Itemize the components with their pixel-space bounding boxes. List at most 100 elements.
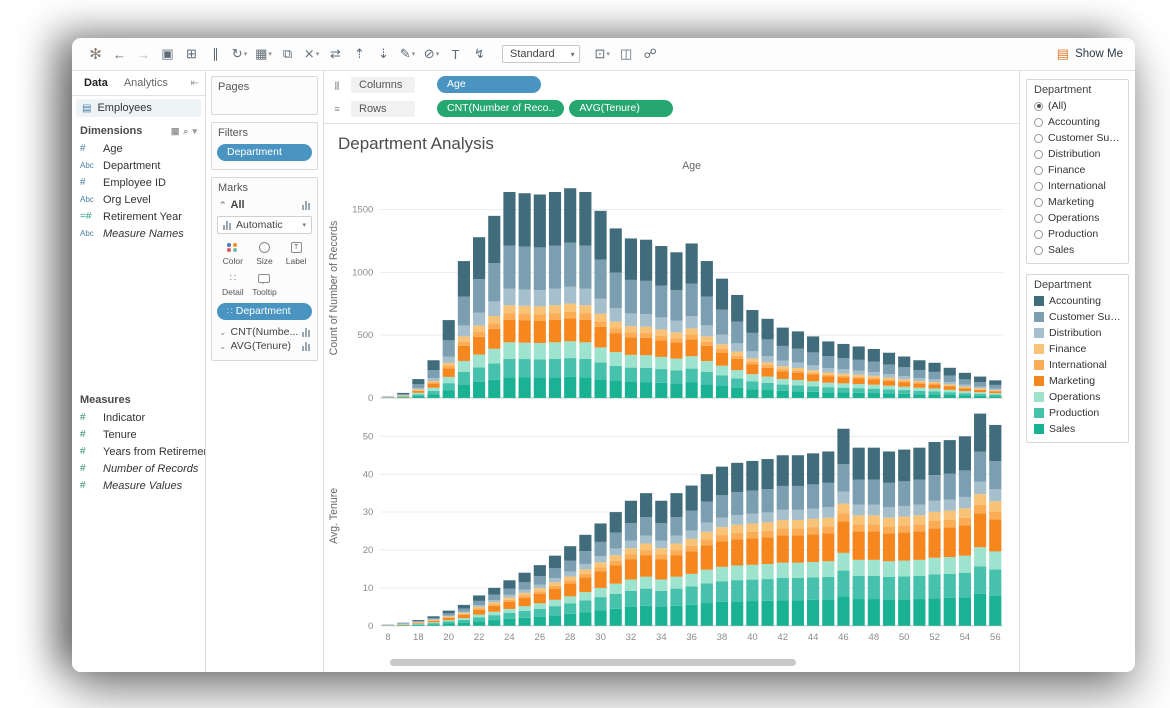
field-employee-id[interactable]: #Employee ID bbox=[72, 174, 205, 191]
field-age[interactable]: #Age bbox=[72, 140, 205, 157]
radio-icon[interactable] bbox=[1034, 182, 1043, 191]
radio-icon[interactable] bbox=[1034, 246, 1043, 255]
data-source-item[interactable]: ▤ Employees bbox=[76, 99, 201, 117]
field-measure-values[interactable]: #Measure Values bbox=[72, 477, 205, 494]
radio-icon[interactable] bbox=[1034, 230, 1043, 239]
data-pane-tabs: Data Analytics ⇤ bbox=[72, 71, 205, 96]
radio-icon[interactable] bbox=[1034, 118, 1043, 127]
show-me-button[interactable]: ▤ Show Me bbox=[1057, 46, 1123, 62]
horizontal-scrollbar[interactable] bbox=[332, 656, 1015, 669]
radio-icon[interactable] bbox=[1034, 214, 1043, 223]
filter-option-accounting[interactable]: Accounting bbox=[1027, 114, 1128, 130]
filter-option-customer-support[interactable]: Customer Support bbox=[1027, 130, 1128, 146]
svg-text:1500: 1500 bbox=[352, 205, 373, 216]
undo-icon[interactable]: ← bbox=[108, 42, 131, 66]
pause-updates-icon[interactable]: ∥ bbox=[204, 42, 227, 66]
svg-text:34: 34 bbox=[656, 632, 667, 643]
new-worksheet-icon[interactable]: ▦▾ bbox=[252, 42, 275, 66]
fix-axes-icon[interactable]: ↯ bbox=[468, 42, 491, 66]
tab-analytics[interactable]: Analytics bbox=[116, 74, 176, 92]
radio-icon[interactable] bbox=[1034, 166, 1043, 175]
fit-dropdown[interactable]: Standard ▾ bbox=[502, 45, 580, 63]
show-mark-labels-icon[interactable]: ⊡▾ bbox=[591, 42, 614, 66]
pill-avg-tenure[interactable]: AVG(Tenure) bbox=[569, 100, 673, 117]
text-label-icon[interactable]: T bbox=[444, 42, 467, 66]
field-tenure[interactable]: #Tenure bbox=[72, 426, 205, 443]
radio-icon[interactable] bbox=[1034, 150, 1043, 159]
pill-age[interactable]: Age bbox=[437, 76, 541, 93]
save-icon[interactable]: ▣ bbox=[156, 42, 179, 66]
sort-fields-icon[interactable]: ▾ bbox=[192, 126, 197, 137]
rows-shelf[interactable]: ≡ Rows CNT(Number of Reco..AVG(Tenure) bbox=[330, 98, 1013, 119]
filter-pill-department[interactable]: Department bbox=[217, 144, 312, 161]
color-button[interactable]: Color bbox=[217, 241, 249, 266]
tableau-logo-icon[interactable]: ✻ bbox=[84, 42, 107, 66]
columns-shelf[interactable]: ||| Columns Age bbox=[330, 74, 1013, 95]
run-updates-icon[interactable]: ↻▾ bbox=[228, 42, 251, 66]
sort-ascending-icon[interactable]: ⇡ bbox=[348, 42, 371, 66]
redo-icon[interactable]: → bbox=[132, 42, 155, 66]
size-button[interactable]: Size bbox=[249, 241, 281, 266]
legend-item-finance[interactable]: Finance bbox=[1027, 341, 1128, 357]
tooltip-button[interactable]: Tooltip bbox=[249, 272, 281, 297]
radio-icon[interactable] bbox=[1034, 134, 1043, 143]
marks-measure-card-cnt-numbe[interactable]: ⌄CNT(Numbe... bbox=[217, 325, 312, 339]
legend-item-international[interactable]: International bbox=[1027, 357, 1128, 373]
filter-option-finance[interactable]: Finance bbox=[1027, 162, 1128, 178]
view-options-icon[interactable]: ▦ bbox=[171, 126, 180, 137]
field-indicator[interactable]: #Indicator bbox=[72, 409, 205, 426]
marks-measure-card-avg-tenure[interactable]: ⌄AVG(Tenure) bbox=[217, 339, 312, 353]
filter-option-operations[interactable]: Operations bbox=[1027, 210, 1128, 226]
number-icon: # bbox=[80, 143, 98, 154]
marks-all-row[interactable]: ⌃ All bbox=[217, 199, 312, 211]
filter-option-distribution[interactable]: Distribution bbox=[1027, 146, 1128, 162]
legend-item-distribution[interactable]: Distribution bbox=[1027, 325, 1128, 341]
legend-item-sales[interactable]: Sales bbox=[1027, 421, 1128, 437]
group-members-icon[interactable]: ⊘▾ bbox=[420, 42, 443, 66]
legend-item-customer-support[interactable]: Customer Support bbox=[1027, 309, 1128, 325]
clear-sheet-icon[interactable]: ⨯▾ bbox=[300, 42, 323, 66]
share-icon[interactable]: ☍ bbox=[639, 42, 662, 66]
radio-icon[interactable] bbox=[1034, 198, 1043, 207]
swap-axes-icon[interactable]: ⇄ bbox=[324, 42, 347, 66]
bar-chart-icon bbox=[302, 201, 310, 210]
highlight-icon[interactable]: ✎▾ bbox=[396, 42, 419, 66]
bar-chart-icon bbox=[302, 342, 310, 351]
svg-text:48: 48 bbox=[869, 632, 880, 643]
filter-option-marketing[interactable]: Marketing bbox=[1027, 194, 1128, 210]
legend-item-label: Accounting bbox=[1049, 295, 1101, 307]
sort-descending-icon[interactable]: ⇣ bbox=[372, 42, 395, 66]
legend-item-production[interactable]: Production bbox=[1027, 405, 1128, 421]
pill-cnt-number-of-reco[interactable]: CNT(Number of Reco.. bbox=[437, 100, 564, 117]
legend-item-operations[interactable]: Operations bbox=[1027, 389, 1128, 405]
chart-region[interactable]: Age050010001500Count of Number of Record… bbox=[324, 156, 1019, 656]
new-data-source-icon[interactable]: ⊞ bbox=[180, 42, 203, 66]
stacked-bar-charts[interactable]: Age050010001500Count of Number of Record… bbox=[324, 156, 1019, 656]
field-retirement-year[interactable]: =#Retirement Year bbox=[72, 208, 205, 225]
filter-option-international[interactable]: International bbox=[1027, 178, 1128, 194]
tab-data[interactable]: Data bbox=[76, 74, 116, 92]
presentation-mode-icon[interactable]: ◫ bbox=[615, 42, 638, 66]
filter-option-sales[interactable]: Sales bbox=[1027, 242, 1128, 258]
field-measure-names[interactable]: AbcMeasure Names bbox=[72, 225, 205, 242]
scrollbar-thumb[interactable] bbox=[390, 659, 796, 666]
field-department[interactable]: AbcDepartment bbox=[72, 157, 205, 174]
find-field-icon[interactable]: ⌕ bbox=[183, 126, 188, 137]
radio-icon[interactable] bbox=[1034, 102, 1043, 111]
field-years-from-retirement[interactable]: #Years from Retirement bbox=[72, 443, 205, 460]
text-icon: Abc bbox=[80, 161, 98, 170]
filter-option-production[interactable]: Production bbox=[1027, 226, 1128, 242]
duplicate-icon[interactable]: ⧉ bbox=[276, 42, 299, 66]
collapse-pane-icon[interactable]: ⇤ bbox=[191, 78, 201, 89]
legend-item-label: Marketing bbox=[1049, 375, 1095, 387]
field-number-of-records[interactable]: #Number of Records bbox=[72, 460, 205, 477]
mark-type-dropdown[interactable]: Automatic ▾ bbox=[217, 216, 312, 234]
legend-item-accounting[interactable]: Accounting bbox=[1027, 293, 1128, 309]
filter-option-all[interactable]: (All) bbox=[1027, 98, 1128, 114]
marks-color-pill[interactable]: ∷ Department bbox=[217, 303, 312, 320]
legend-item-marketing[interactable]: Marketing bbox=[1027, 373, 1128, 389]
chevron-down-icon: ⌄ bbox=[219, 327, 227, 338]
detail-button[interactable]: ∷ Detail bbox=[217, 272, 249, 297]
label-button[interactable]: T Label bbox=[280, 241, 312, 266]
field-org-level[interactable]: AbcOrg Level bbox=[72, 191, 205, 208]
